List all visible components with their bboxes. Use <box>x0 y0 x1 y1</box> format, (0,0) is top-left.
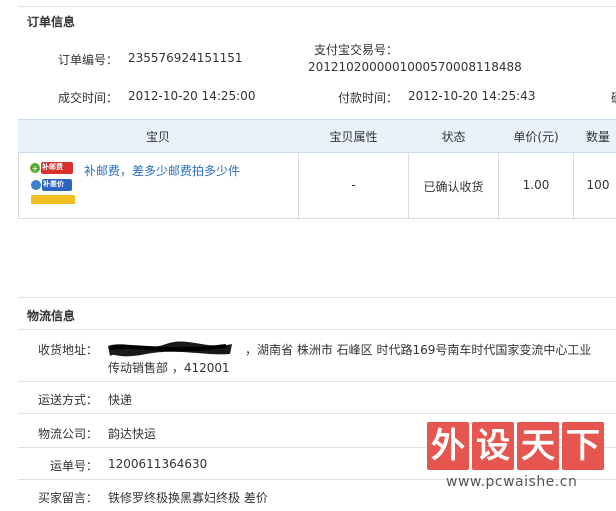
cut-off-label: 确 <box>611 89 616 106</box>
watermark-char: 外 <box>427 422 469 470</box>
item-price: 1.00 <box>522 178 550 192</box>
thumb-text-2: 补差价 <box>43 180 64 188</box>
company-value: 韵达快运 <box>108 427 157 441</box>
address-line2: 传动销售部 ，412001 <box>108 361 230 375</box>
watermark-url: www.pcwaishe.cn <box>446 474 578 490</box>
thumb-text-1: 补邮费 <box>42 163 63 171</box>
redacted-name-scribble <box>106 338 234 358</box>
item-name-link[interactable]: 补邮费，差多少邮费拍多少件 <box>84 162 240 179</box>
watermark-char: 天 <box>517 422 559 470</box>
item-thumbnail[interactable]: + 补邮费 补差价 <box>28 161 78 207</box>
method-value: 快递 <box>108 393 133 407</box>
order-no-label: 订单编号： <box>58 53 119 67</box>
logistics-title-divider <box>18 329 616 330</box>
th-price: 单价(元) <box>513 130 559 144</box>
order-info-title: 订单信息 <box>27 15 76 29</box>
th-attributes: 宝贝属性 <box>329 130 378 144</box>
method-label: 运送方式： <box>38 393 99 407</box>
watermark-char: 下 <box>562 422 604 470</box>
top-divider <box>18 6 616 7</box>
watermark-char: 设 <box>472 422 514 470</box>
deal-time-label: 成交时间： <box>58 91 119 105</box>
alipay-no-value: 2012102000001000570008118488 <box>308 60 522 74</box>
row-divider <box>18 381 616 382</box>
th-qty: 数量 <box>585 130 610 144</box>
col-sep <box>18 152 19 218</box>
address-line1: ，湖南省 株洲市 石峰区 时代路169号南车时代国家变流中心工业 <box>245 343 592 357</box>
item-attributes: - <box>351 178 356 192</box>
address-label: 收货地址： <box>38 343 99 357</box>
logistics-title: 物流信息 <box>27 309 76 323</box>
pay-time-label: 付款时间： <box>338 91 399 105</box>
deal-time-value: 2012-10-20 14:25:00 <box>128 89 256 103</box>
item-status: 已确认收货 <box>423 180 484 194</box>
message-value: 铁修罗终极换黑寡妇终极 差价 <box>108 491 268 505</box>
item-qty: 100 <box>586 178 610 192</box>
company-label: 物流公司： <box>38 427 99 441</box>
th-item: 宝贝 <box>145 130 170 144</box>
svg-text:+: + <box>32 164 39 173</box>
alipay-no-label: 支付宝交易号： <box>314 43 399 57</box>
pay-time-value: 2012-10-20 14:25:43 <box>408 89 536 103</box>
row-divider <box>18 413 616 414</box>
tracking-value: 1200611364630 <box>108 457 208 471</box>
logistics-top-divider <box>18 297 616 298</box>
tracking-label: 运单号： <box>50 459 99 473</box>
order-no-value: 235576924151151 <box>128 51 243 65</box>
th-status: 状态 <box>441 130 466 144</box>
message-label: 买家留言： <box>38 491 99 505</box>
table-bottom-border <box>18 218 616 219</box>
